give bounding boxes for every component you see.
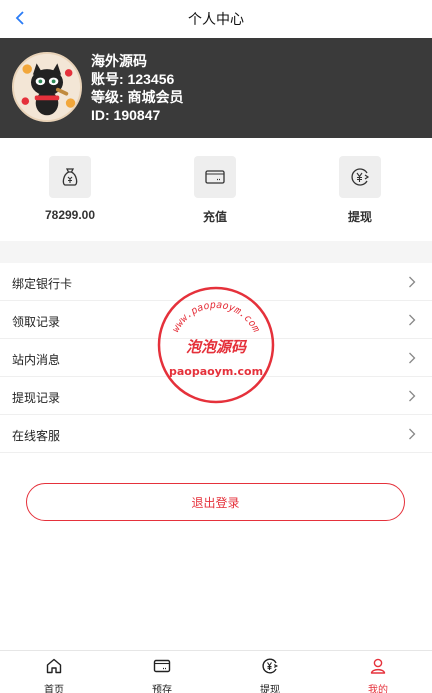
menu-item-bind-bank-card[interactable]: 绑定银行卡	[0, 263, 432, 301]
menu-item-label: 绑定银行卡	[12, 277, 73, 291]
menu-item-site-messages[interactable]: 站内消息	[0, 339, 432, 377]
balance-item[interactable]: 78299.00	[20, 156, 120, 222]
profile-account: 账号: 123456	[91, 71, 175, 87]
yuan-exchange-icon	[262, 658, 279, 674]
menu-item-label: 领取记录	[12, 315, 61, 329]
profile-banner: 海外源码 账号: 123456 等级: 商城会员 ID: 190847	[0, 38, 432, 138]
chevron-right-icon	[409, 314, 416, 326]
settings-menu: 绑定银行卡 领取记录 站内消息 提现记录 在线客服	[0, 263, 432, 453]
tab-label: 我的	[368, 685, 388, 693]
logout-wrapper: 退出登录	[26, 483, 405, 521]
chevron-right-icon	[409, 390, 416, 402]
balance-amount: 78299.00	[44, 208, 96, 222]
menu-item-label: 提现记录	[12, 391, 61, 405]
menu-item-withdraw-records[interactable]: 提现记录	[0, 377, 432, 415]
quick-actions: 78299.00 充值 提现	[0, 138, 432, 241]
bottom-tab-bar: 首页 预存 提现 我的	[0, 650, 432, 693]
chevron-right-icon	[409, 428, 416, 440]
section-divider	[0, 241, 432, 263]
recharge-label: 充值	[202, 210, 227, 224]
tab-home[interactable]: 首页	[0, 651, 108, 693]
yuan-exchange-icon	[339, 156, 381, 198]
chevron-right-icon	[409, 276, 416, 288]
profile-name: 海外源码	[91, 53, 147, 69]
menu-item-online-service[interactable]: 在线客服	[0, 415, 432, 453]
recharge-item[interactable]: 充值	[165, 156, 265, 225]
profile-level: 等级: 商城会员	[91, 89, 184, 105]
withdraw-label: 提现	[347, 210, 372, 224]
card-icon	[194, 156, 236, 198]
profile-id: ID: 190847	[91, 107, 161, 123]
tab-withdraw[interactable]: 提现	[216, 651, 324, 693]
user-icon	[370, 658, 386, 674]
home-icon	[46, 658, 62, 674]
menu-item-claim-records[interactable]: 领取记录	[0, 301, 432, 339]
tab-label: 预存	[152, 685, 172, 693]
tab-label: 首页	[44, 685, 64, 693]
money-bag-icon	[49, 156, 91, 198]
menu-item-label: 站内消息	[12, 353, 61, 367]
page-title: 个人中心	[188, 11, 244, 27]
profile-info: 海外源码 账号: 123456 等级: 商城会员 ID: 190847	[91, 52, 184, 124]
tab-mine[interactable]: 我的	[324, 651, 432, 693]
logout-button[interactable]: 退出登录	[26, 483, 405, 521]
menu-item-label: 在线客服	[12, 429, 61, 443]
tab-label: 提现	[260, 685, 280, 693]
withdraw-item[interactable]: 提现	[310, 156, 410, 225]
chevron-right-icon	[409, 352, 416, 364]
cat-mascot-image	[14, 54, 80, 120]
avatar[interactable]	[12, 52, 82, 122]
top-nav-bar: 个人中心	[0, 0, 432, 38]
card-icon	[153, 659, 171, 673]
tab-deposit[interactable]: 预存	[108, 651, 216, 693]
